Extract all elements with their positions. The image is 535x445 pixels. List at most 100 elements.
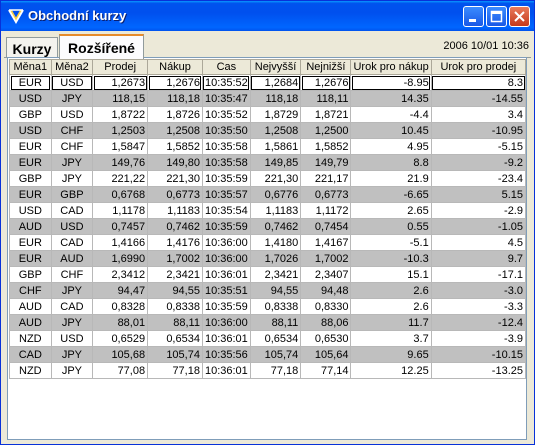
table-row[interactable]: USD JPY 118,15 118,18 10:35:47 118,18 118,11 14… <box>9 90 526 107</box>
table-cell[interactable]: 10.45 <box>350 122 432 139</box>
table-cell[interactable]: -23.4 <box>430 170 526 187</box>
table-cell[interactable]: 10:35:57 <box>201 186 251 203</box>
table-cell[interactable]: 0,8338 <box>147 298 203 315</box>
table-cell[interactable]: 8.3 <box>430 74 526 91</box>
table-cell[interactable]: 88,11 <box>147 314 203 331</box>
minimize-button[interactable] <box>463 6 484 27</box>
table-cell[interactable]: 2.6 <box>350 282 432 299</box>
table-cell[interactable]: 10:35:54 <box>201 202 251 219</box>
table-cell[interactable]: -5.1 <box>350 234 432 251</box>
table-cell[interactable]: 1,1183 <box>147 202 203 219</box>
table-cell[interactable]: 149,80 <box>147 154 203 171</box>
column-header[interactable]: Nákup <box>147 59 203 75</box>
table-cell[interactable]: 221,22 <box>92 170 149 187</box>
table-cell[interactable]: 2,3407 <box>300 266 352 283</box>
table-cell[interactable]: EUR <box>9 74 52 91</box>
table-cell[interactable]: 1,7002 <box>147 250 203 267</box>
maximize-button[interactable] <box>486 6 507 27</box>
table-cell[interactable]: -10.3 <box>350 250 432 267</box>
table-cell[interactable]: 1,8722 <box>92 106 149 123</box>
table-cell[interactable]: AUD <box>9 298 52 315</box>
table-cell[interactable]: EUR <box>9 186 52 203</box>
table-cell[interactable]: 1,1183 <box>249 202 302 219</box>
table-cell[interactable]: JPY <box>50 90 94 107</box>
table-row[interactable]: GBP CHF 2,3412 2,3421 10:36:01 2,3421 2,3407 15… <box>9 266 526 283</box>
table-cell[interactable]: 77,18 <box>147 362 203 379</box>
table-cell[interactable]: 1,4176 <box>147 234 203 251</box>
table-cell[interactable]: CHF <box>50 266 94 283</box>
table-cell[interactable]: GBP <box>50 186 94 203</box>
table-row[interactable]: GBP JPY 221,22 221,30 10:35:59 221,30 221,17 21… <box>9 170 526 187</box>
table-cell[interactable]: 0,8328 <box>92 298 149 315</box>
table-cell[interactable]: 0,7462 <box>249 218 302 235</box>
table-cell[interactable]: 0,6534 <box>249 330 302 347</box>
table-cell[interactable]: USD <box>9 90 52 107</box>
table-cell[interactable]: 10:35:50 <box>201 122 251 139</box>
table-cell[interactable]: 1,4166 <box>92 234 149 251</box>
table-cell[interactable]: 94,55 <box>249 282 302 299</box>
table-cell[interactable]: 0,6530 <box>300 330 352 347</box>
table-cell[interactable]: 77,18 <box>249 362 302 379</box>
table-cell[interactable]: 1,5861 <box>249 138 302 155</box>
table-cell[interactable]: 2.6 <box>350 298 432 315</box>
table-cell[interactable]: 149,76 <box>92 154 149 171</box>
table-cell[interactable]: 0,7454 <box>300 218 352 235</box>
table-cell[interactable]: 94,47 <box>92 282 149 299</box>
table-row[interactable]: EUR GBP 0,6768 0,6773 10:35:57 0,6776 0,6773 -6… <box>9 186 526 203</box>
close-button[interactable] <box>509 6 530 27</box>
table-cell[interactable]: 1,7002 <box>300 250 352 267</box>
table-cell[interactable]: 21.9 <box>350 170 432 187</box>
table-cell[interactable]: 2.65 <box>350 202 432 219</box>
table-cell[interactable]: -8.95 <box>350 74 432 91</box>
table-cell[interactable]: 221,30 <box>147 170 203 187</box>
table-row[interactable]: GBP USD 1,8722 1,8726 10:35:52 1,8729 1,8721 -4… <box>9 106 526 123</box>
rates-grid[interactable]: Měna1 Měna2 Prodej Nákup Cas Nejvyšší Nejnižší… <box>7 57 527 440</box>
column-header[interactable]: Prodej <box>92 59 149 75</box>
table-cell[interactable]: -1.05 <box>430 218 526 235</box>
table-cell[interactable]: 118,11 <box>300 90 352 107</box>
table-cell[interactable]: CAD <box>9 346 52 363</box>
column-header[interactable]: Měna2 <box>50 59 94 75</box>
table-cell[interactable]: AUD <box>9 314 52 331</box>
table-cell[interactable]: AUD <box>50 250 94 267</box>
table-cell[interactable]: 12.25 <box>350 362 432 379</box>
table-cell[interactable]: 10:36:01 <box>201 330 251 347</box>
table-cell[interactable]: 0,6773 <box>147 186 203 203</box>
table-cell[interactable]: 0,7457 <box>92 218 149 235</box>
table-cell[interactable]: EUR <box>9 154 52 171</box>
table-cell[interactable]: EUR <box>9 250 52 267</box>
table-cell[interactable]: 10:36:00 <box>201 250 251 267</box>
table-cell[interactable]: 1,6990 <box>92 250 149 267</box>
table-row[interactable]: EUR CAD 1,4166 1,4176 10:36:00 1,4180 1,4167 -5… <box>9 234 526 251</box>
table-cell[interactable]: CAD <box>50 298 94 315</box>
table-cell[interactable]: 10:36:00 <box>201 314 251 331</box>
table-cell[interactable]: 2,3421 <box>147 266 203 283</box>
table-cell[interactable]: 9.7 <box>430 250 526 267</box>
table-cell[interactable]: 8.8 <box>350 154 432 171</box>
table-cell[interactable]: 1,8729 <box>249 106 302 123</box>
table-cell[interactable]: JPY <box>50 282 94 299</box>
table-cell[interactable]: GBP <box>9 266 52 283</box>
table-cell[interactable]: 0,8330 <box>300 298 352 315</box>
table-cell[interactable]: 221,17 <box>300 170 352 187</box>
table-cell[interactable]: CHF <box>50 122 94 139</box>
table-cell[interactable]: 10:35:58 <box>201 154 251 171</box>
table-cell[interactable]: 1,4167 <box>300 234 352 251</box>
table-cell[interactable]: 10:35:59 <box>201 170 251 187</box>
table-cell[interactable]: GBP <box>9 170 52 187</box>
table-cell[interactable]: JPY <box>50 346 94 363</box>
table-cell[interactable]: 105,68 <box>92 346 149 363</box>
table-cell[interactable]: 10:35:51 <box>201 282 251 299</box>
table-cell[interactable]: 105,74 <box>249 346 302 363</box>
table-cell[interactable]: 105,74 <box>147 346 203 363</box>
table-cell[interactable]: USD <box>50 218 94 235</box>
table-cell[interactable]: 0,6529 <box>92 330 149 347</box>
table-cell[interactable]: 11.7 <box>350 314 432 331</box>
table-cell[interactable]: 2,3412 <box>92 266 149 283</box>
table-cell[interactable]: 1,2508 <box>249 122 302 139</box>
table-cell[interactable]: USD <box>50 74 94 91</box>
table-cell[interactable]: 0,8338 <box>249 298 302 315</box>
column-header[interactable]: Cas <box>201 59 251 75</box>
table-cell[interactable]: 118,18 <box>147 90 203 107</box>
table-cell[interactable]: 118,18 <box>249 90 302 107</box>
